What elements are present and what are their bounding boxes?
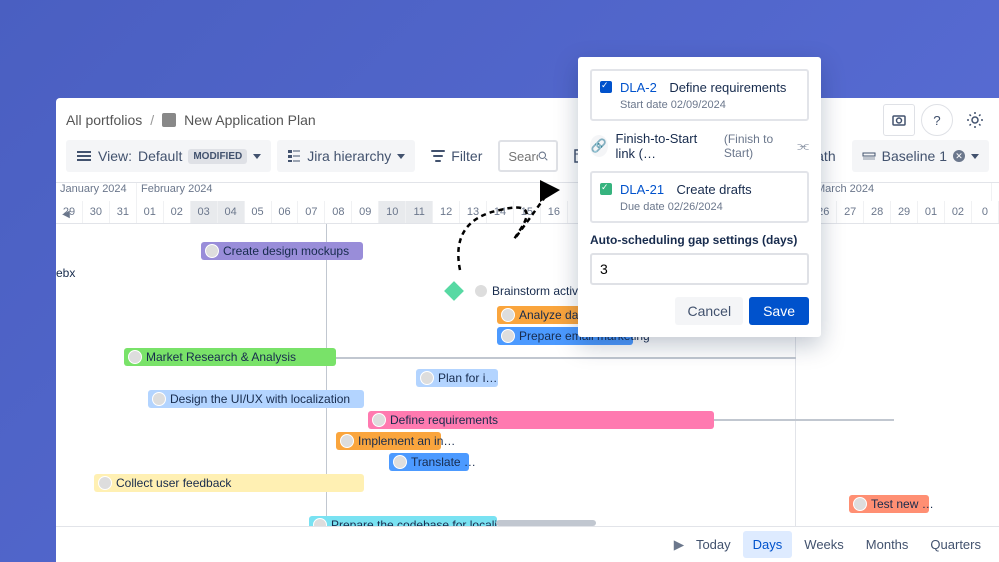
avatar [205,244,219,258]
task-type-icon [600,81,612,93]
avatar [420,371,434,385]
scale-weeks[interactable]: Weeks [794,531,854,558]
help-button[interactable]: ? [921,104,953,136]
task-bar[interactable]: Translate … [389,453,469,471]
task-bar[interactable]: Test new … [849,495,929,513]
source-task-card[interactable]: DLA-2 Define requirements Start date 02/… [590,69,809,121]
task-title: Define requirements [669,80,786,95]
breadcrumb-portfolios[interactable]: All portfolios [66,112,142,128]
baseline-label: Baseline 1 [882,148,947,164]
baseline-icon [862,149,876,163]
task-bar[interactable]: Create design mockups [201,242,363,260]
task-bar[interactable]: Design the UI/UX with localization [148,390,364,408]
settings-button[interactable] [959,104,991,136]
link-name: Finish-to-Start link (… [616,131,716,161]
task-label: Market Research & Analysis [146,350,296,364]
task-meta: Start date 02/09/2024 [620,99,799,111]
modified-badge: MODIFIED [188,149,247,164]
hierarchy-dropdown[interactable]: Jira hierarchy [277,140,415,172]
progress-line [714,419,894,421]
month-jan: January 2024 [56,183,137,201]
gap-days-input[interactable] [590,253,809,285]
avatar [853,497,867,511]
day-row: 29303101020304050607080910111213141516 2… [56,201,999,223]
task-label: Implement an in… [358,434,455,448]
hierarchy-label: Jira hierarchy [307,148,391,164]
breadcrumb-separator: / [150,112,154,128]
breadcrumb: All portfolios / New Application Plan [56,98,999,136]
chevron-down-icon [397,154,405,159]
chevron-down-icon [253,154,261,159]
avatar [372,413,386,427]
filter-icon [431,150,445,162]
expand-right-button[interactable]: ▶ [674,537,684,553]
task-key[interactable]: DLA-21 [620,182,664,197]
view-value: Default [138,148,182,164]
view-icon [76,150,92,162]
baseline-dropdown[interactable]: Baseline 1 ✕ [852,140,989,172]
gantt-area[interactable]: ebx Create design mockups Brainstorm act… [56,224,999,562]
avatar [340,434,354,448]
clear-baseline-icon[interactable]: ✕ [953,150,965,162]
task-bar[interactable]: Market Research & Analysis [124,348,336,366]
dependency-popup: DLA-2 Define requirements Start date 02/… [578,57,821,337]
plan-icon [162,113,176,127]
link-type-label: (Finish to Start) [724,132,789,160]
timescale-bar: ▶ Today Days Weeks Months Quarters [56,526,999,562]
milestone-diamond[interactable] [444,281,464,301]
task-label: Test new … [871,497,934,511]
screenshot-button[interactable] [883,104,915,136]
task-bar[interactable]: Implement an in… [336,432,441,450]
task-key[interactable]: DLA-2 [620,80,657,95]
timeline-header: January 2024 February 2024 March 2024 29… [56,183,999,224]
task-label: Collect user feedback [116,476,231,490]
task-label: Create design mockups [223,244,349,258]
view-dropdown[interactable]: View: Default MODIFIED [66,140,271,172]
avatar [98,476,112,490]
month-mar: March 2024 [812,183,992,201]
chevron-down-icon [971,154,979,159]
task-meta: Due date 02/26/2024 [620,201,799,213]
task-bar[interactable]: Plan for i… [416,369,498,387]
filter-label: Filter [451,148,482,164]
avatar [501,329,515,343]
avatar [474,284,488,298]
today-button[interactable]: Today [686,531,741,558]
breadcrumb-plan[interactable]: New Application Plan [184,112,316,128]
task-title: Create drafts [677,182,752,197]
task-label: Translate … [411,455,476,469]
task-type-icon [600,183,612,195]
gap-settings-label: Auto-scheduling gap settings (days) [590,233,809,247]
link-type-row: 🔗 Finish-to-Start link (… (Finish to Sta… [590,131,809,161]
truncated-label: ebx [56,266,75,280]
unlink-icon[interactable]: ⫘ [797,138,809,154]
avatar [393,455,407,469]
task-bar[interactable]: Collect user feedback [94,474,364,492]
view-label: View: [98,148,132,164]
progress-line [336,357,796,359]
hierarchy-icon [287,149,301,163]
avatar [152,392,166,406]
task-bar[interactable]: Define requirements [368,411,714,429]
task-label: Define requirements [390,413,498,427]
task-label: Design the UI/UX with localization [170,392,350,406]
target-task-card[interactable]: DLA-21 Create drafts Due date 02/26/2024 [590,171,809,223]
cancel-button[interactable]: Cancel [675,297,743,325]
search-input[interactable] [508,149,538,164]
search-icon [538,149,548,163]
scale-days[interactable]: Days [743,531,793,558]
avatar [128,350,142,364]
filter-button[interactable]: Filter [421,140,492,172]
avatar [501,308,515,322]
scale-quarters[interactable]: Quarters [920,531,991,558]
collapse-left-button[interactable]: ◀ [59,207,73,221]
search-input-wrapper[interactable] [498,140,558,172]
task-label: Plan for i… [438,371,497,385]
link-icon: 🔗 [590,135,608,157]
save-button[interactable]: Save [749,297,809,325]
scale-months[interactable]: Months [856,531,919,558]
toolbar: View: Default MODIFIED Jira hierarchy Fi… [56,136,999,183]
